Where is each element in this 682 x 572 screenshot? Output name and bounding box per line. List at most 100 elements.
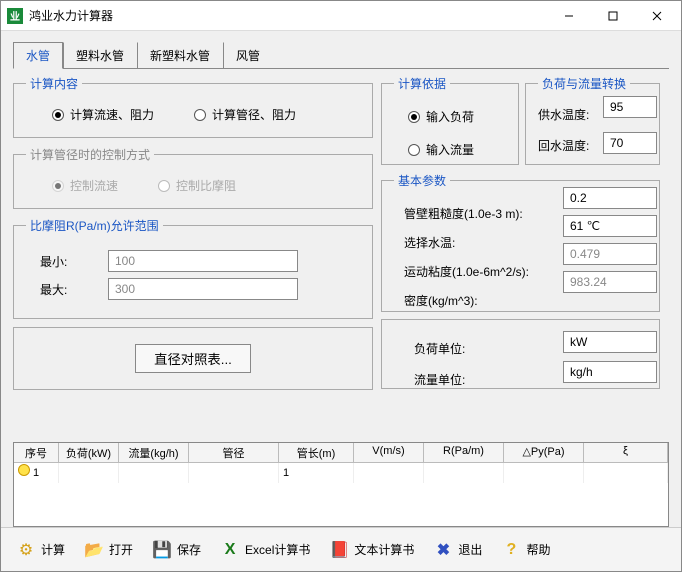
diameter-table-group: 直径对照表...	[13, 327, 373, 390]
excel-button-label: Excel计算书	[245, 541, 310, 558]
folder-icon: 📂	[83, 539, 105, 561]
text-button-label: 文本计算书	[354, 541, 414, 558]
supply-temp-label: 供水温度:	[538, 108, 589, 122]
th-v[interactable]: V(m/s)	[354, 443, 424, 462]
gears-icon: ⚙	[15, 539, 37, 561]
table-header: 序号 负荷(kW) 流量(kg/h) 管径 管长(m) V(m/s) R(Pa/…	[14, 443, 668, 463]
text-button[interactable]: 📕文本计算书	[320, 535, 422, 565]
content-pane: 计算内容 计算流速、阻力 计算管径、阻力 计算管径时的控制方式 控制流速 控制比…	[13, 69, 669, 440]
radio-ctrl-velocity: 控制流速	[52, 177, 118, 194]
radio-calc-flow-resist-label: 计算流速、阻力	[70, 106, 154, 123]
th-len[interactable]: 管长(m)	[279, 443, 354, 462]
maximize-button[interactable]	[591, 2, 635, 30]
th-flow[interactable]: 流量(kg/h)	[119, 443, 189, 462]
smiley-icon	[18, 464, 30, 476]
calc-basis-legend: 计算依据	[394, 75, 450, 92]
friction-range-group: 比摩阻R(Pa/m)允许范围 最小: 最大:	[13, 217, 373, 319]
open-button-label: 打开	[109, 541, 133, 558]
supply-temp-input[interactable]	[603, 96, 657, 118]
kvisc-label: 运动粘度(1.0e-6m^2/s):	[404, 265, 529, 279]
help-button-label: 帮助	[526, 541, 550, 558]
app-window: 业 鸿业水力计算器 水管 塑料水管 新塑料水管 风管 计算内容 计算流速、阻力 …	[0, 0, 682, 572]
excel-icon: X	[219, 539, 241, 561]
roughness-input[interactable]	[563, 187, 657, 209]
tab-air-duct[interactable]: 风管	[223, 42, 273, 69]
window-title: 鸿业水力计算器	[29, 7, 547, 24]
load-flow-conv-legend: 负荷与流量转换	[538, 75, 630, 92]
exit-button[interactable]: ✖退出	[424, 535, 490, 565]
cell-load	[59, 463, 119, 483]
diameter-control-legend: 计算管径时的控制方式	[26, 146, 154, 163]
table-row[interactable]: 1 1	[14, 463, 668, 483]
load-unit-input[interactable]	[563, 331, 657, 353]
density-input[interactable]	[563, 271, 657, 293]
radio-ctrl-velocity-label: 控制流速	[70, 177, 118, 194]
return-temp-input[interactable]	[603, 132, 657, 154]
friction-range-legend: 比摩阻R(Pa/m)允许范围	[26, 217, 163, 234]
right-column: 计算依据 输入负荷 输入流量 负荷与流量转换 供水温度: 回水温度: 基本参数 …	[381, 75, 669, 440]
radio-input-load-label: 输入负荷	[426, 108, 474, 125]
tab-water-pipe[interactable]: 水管	[13, 42, 63, 69]
th-load[interactable]: 负荷(kW)	[59, 443, 119, 462]
cell-len: 1	[279, 463, 354, 483]
load-unit-label: 负荷单位:	[414, 342, 465, 356]
diameter-table-button[interactable]: 直径对照表...	[135, 344, 251, 373]
return-temp-label: 回水温度:	[538, 139, 589, 153]
minimize-button[interactable]	[547, 2, 591, 30]
calc-content-group: 计算内容 计算流速、阻力 计算管径、阻力	[13, 75, 373, 138]
close-button[interactable]	[635, 2, 679, 30]
th-xi[interactable]: ξ	[584, 443, 668, 462]
main-body: 水管 塑料水管 新塑料水管 风管 计算内容 计算流速、阻力 计算管径、阻力 计算…	[1, 31, 681, 527]
help-button[interactable]: ?帮助	[492, 535, 558, 565]
calc-button[interactable]: ⚙计算	[7, 535, 73, 565]
titlebar: 业 鸿业水力计算器	[1, 1, 681, 31]
floppy-icon: 💾	[151, 539, 173, 561]
radio-calc-dia-resist[interactable]: 计算管径、阻力	[194, 106, 296, 123]
friction-min-label: 最小:	[40, 253, 84, 270]
notebook-icon: 📕	[328, 539, 350, 561]
radio-calc-flow-resist[interactable]: 计算流速、阻力	[52, 106, 154, 123]
density-label: 密度(kg/m^3):	[404, 294, 478, 308]
th-no[interactable]: 序号	[14, 443, 59, 462]
water-temp-input[interactable]	[563, 215, 657, 237]
flow-unit-label: 流量单位:	[414, 373, 465, 387]
help-icon: ?	[500, 539, 522, 561]
radio-input-flow-label: 输入流量	[426, 141, 474, 158]
calc-content-legend: 计算内容	[26, 75, 82, 92]
radio-calc-dia-resist-label: 计算管径、阻力	[212, 106, 296, 123]
open-button[interactable]: 📂打开	[75, 535, 141, 565]
tab-bar: 水管 塑料水管 新塑料水管 风管	[13, 41, 669, 69]
radio-input-flow[interactable]: 输入流量	[408, 141, 506, 158]
roughness-label: 管壁粗糙度(1.0e-3 m):	[404, 207, 523, 221]
th-dpy[interactable]: △Py(Pa)	[504, 443, 584, 462]
radio-ctrl-friction: 控制比摩阻	[158, 177, 236, 194]
friction-max-input[interactable]	[108, 278, 298, 300]
th-r[interactable]: R(Pa/m)	[424, 443, 504, 462]
tab-plastic-pipe[interactable]: 塑料水管	[63, 42, 137, 69]
results-table[interactable]: 序号 负荷(kW) 流量(kg/h) 管径 管长(m) V(m/s) R(Pa/…	[13, 442, 669, 527]
excel-button[interactable]: XExcel计算书	[211, 535, 318, 565]
calc-button-label: 计算	[41, 541, 65, 558]
bottom-toolbar: ⚙计算 📂打开 💾保存 XExcel计算书 📕文本计算书 ✖退出 ?帮助	[1, 527, 681, 571]
flow-unit-input[interactable]	[563, 361, 657, 383]
friction-max-label: 最大:	[40, 281, 84, 298]
exit-icon: ✖	[432, 539, 454, 561]
left-column: 计算内容 计算流速、阻力 计算管径、阻力 计算管径时的控制方式 控制流速 控制比…	[13, 75, 373, 440]
friction-min-input[interactable]	[108, 250, 298, 272]
app-icon: 业	[7, 8, 23, 24]
radio-ctrl-friction-label: 控制比摩阻	[176, 177, 236, 194]
basic-params-legend: 基本参数	[394, 172, 450, 189]
save-button[interactable]: 💾保存	[143, 535, 209, 565]
tab-new-plastic-pipe[interactable]: 新塑料水管	[137, 42, 223, 69]
diameter-control-group: 计算管径时的控制方式 控制流速 控制比摩阻	[13, 146, 373, 209]
calc-basis-group: 计算依据 输入负荷 输入流量	[381, 75, 519, 165]
cell-no: 1	[14, 463, 59, 483]
th-dia[interactable]: 管径	[189, 443, 279, 462]
water-temp-label: 选择水温:	[404, 236, 455, 250]
save-button-label: 保存	[177, 541, 201, 558]
radio-input-load[interactable]: 输入负荷	[408, 108, 506, 125]
cell-flow	[119, 463, 189, 483]
exit-button-label: 退出	[458, 541, 482, 558]
cell-dia	[189, 463, 279, 483]
kvisc-input[interactable]	[563, 243, 657, 265]
